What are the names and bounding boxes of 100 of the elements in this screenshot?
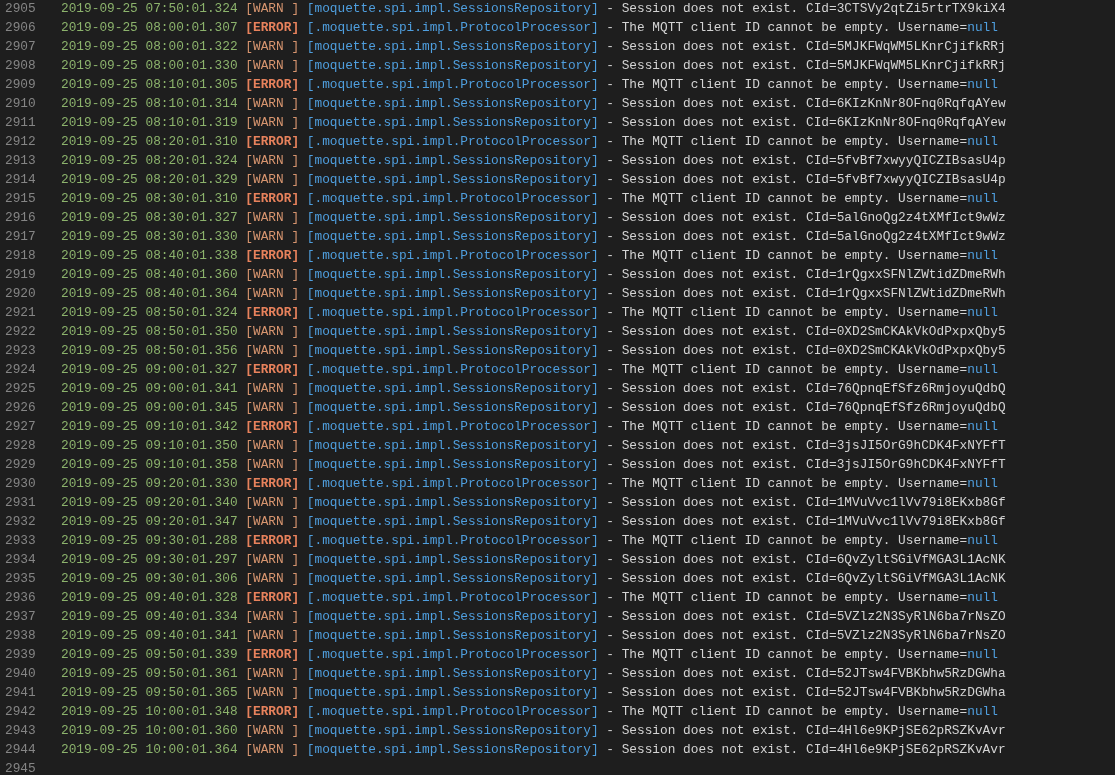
logger-name: [.moquette.spi.impl.ProtocolProcessor] bbox=[306, 191, 599, 206]
timestamp: 2019-09-25 09:20:01.340 bbox=[61, 495, 238, 510]
line-number: 2923 bbox=[5, 343, 36, 358]
timestamp: 2019-09-25 08:20:01.329 bbox=[61, 172, 238, 187]
log-level: [WARN ] bbox=[245, 571, 300, 586]
logger-name: [moquette.spi.impl.SessionsRepository] bbox=[306, 324, 599, 339]
log-message: - Session does not exist. CId=76QpnqEfSfz6RmjoyuQdbQ bbox=[606, 400, 1006, 415]
log-message: - Session does not exist. CId=52JTsw4FVBKbhw5RzDGWha bbox=[606, 666, 1006, 681]
log-level: [WARN ] bbox=[245, 495, 300, 510]
logger-name: [moquette.spi.impl.SessionsRepository] bbox=[306, 609, 599, 624]
logger-name: [moquette.spi.impl.SessionsRepository] bbox=[306, 552, 599, 567]
logger-name: [moquette.spi.impl.SessionsRepository] bbox=[306, 438, 599, 453]
logger-name: [moquette.spi.impl.SessionsRepository] bbox=[306, 267, 599, 282]
timestamp: 2019-09-25 07:50:01.324 bbox=[61, 1, 238, 16]
logger-name: [moquette.spi.impl.SessionsRepository] bbox=[306, 1, 599, 16]
logger-name: [.moquette.spi.impl.ProtocolProcessor] bbox=[306, 533, 599, 548]
logger-name: [moquette.spi.impl.SessionsRepository] bbox=[306, 115, 599, 130]
log-message: - Session does not exist. CId=5fvBf7xwyyQICZIBsasU4p bbox=[606, 153, 1006, 168]
log-level: [WARN ] bbox=[245, 210, 300, 225]
log-message: - Session does not exist. CId=0XD2SmCKAkVkOdPxpxQby5 bbox=[606, 324, 1006, 339]
logger-name: [moquette.spi.impl.SessionsRepository] bbox=[306, 514, 599, 529]
line-number: 2905 bbox=[5, 1, 36, 16]
logger-name: [moquette.spi.impl.SessionsRepository] bbox=[306, 286, 599, 301]
log-message: - Session does not exist. CId=1rQgxxSFNlZWtidZDmeRWh bbox=[606, 267, 1006, 282]
log-level: [WARN ] bbox=[245, 628, 300, 643]
logger-name: [moquette.spi.impl.SessionsRepository] bbox=[306, 400, 599, 415]
log-level: [WARN ] bbox=[245, 267, 300, 282]
log-message: - Session does not exist. CId=6QvZyltSGiVfMGA3L1AcNK bbox=[606, 552, 1006, 567]
log-level: [ERROR] bbox=[245, 590, 300, 605]
log-message: - Session does not exist. CId=5VZlz2N3SyRlN6ba7rNsZO bbox=[606, 628, 1006, 643]
line-number: 2930 bbox=[5, 476, 36, 491]
timestamp: 2019-09-25 09:10:01.358 bbox=[61, 457, 238, 472]
log-level: [WARN ] bbox=[245, 685, 300, 700]
line-number: 2921 bbox=[5, 305, 36, 320]
log-level: [ERROR] bbox=[245, 134, 300, 149]
log-message: - Session does not exist. CId=3jsJI5OrG9hCDK4FxNYFfT bbox=[606, 438, 1006, 453]
log-message: - Session does not exist. CId=3CTSVy2qtZi5rtrTX9kiX4 bbox=[606, 1, 1006, 16]
log-level: [WARN ] bbox=[245, 1, 300, 16]
log-level: [WARN ] bbox=[245, 381, 300, 396]
log-message: - Session does not exist. CId=6KIzKnNr8OFnq0RqfqAYew bbox=[606, 96, 1006, 111]
log-level: [WARN ] bbox=[245, 742, 300, 757]
line-number: 2920 bbox=[5, 286, 36, 301]
log-level: [WARN ] bbox=[245, 58, 300, 73]
line-number: 2940 bbox=[5, 666, 36, 681]
log-level: [WARN ] bbox=[245, 172, 300, 187]
log-message: - Session does not exist. CId=1rQgxxSFNlZWtidZDmeRWh bbox=[606, 286, 1006, 301]
line-number: 2933 bbox=[5, 533, 36, 548]
log-message: - The MQTT client ID cannot be empty. Username=null bbox=[606, 590, 998, 605]
log-message: - The MQTT client ID cannot be empty. Username=null bbox=[606, 533, 998, 548]
log-level: [ERROR] bbox=[245, 647, 300, 662]
log-level: [ERROR] bbox=[245, 77, 300, 92]
log-message: - Session does not exist. CId=5MJKFWqWM5LKnrCjifkRRj bbox=[606, 58, 1006, 73]
log-level: [WARN ] bbox=[245, 115, 300, 130]
log-level: [WARN ] bbox=[245, 286, 300, 301]
log-level: [WARN ] bbox=[245, 457, 300, 472]
logger-name: [.moquette.spi.impl.ProtocolProcessor] bbox=[306, 476, 599, 491]
log-level: [WARN ] bbox=[245, 666, 300, 681]
logger-name: [.moquette.spi.impl.ProtocolProcessor] bbox=[306, 20, 599, 35]
timestamp: 2019-09-25 09:20:01.347 bbox=[61, 514, 238, 529]
timestamp: 2019-09-25 08:30:01.327 bbox=[61, 210, 238, 225]
timestamp: 2019-09-25 09:40:01.334 bbox=[61, 609, 238, 624]
timestamp: 2019-09-25 09:10:01.350 bbox=[61, 438, 238, 453]
line-number: 2943 bbox=[5, 723, 36, 738]
log-level: [WARN ] bbox=[245, 552, 300, 567]
logger-name: [moquette.spi.impl.SessionsRepository] bbox=[306, 381, 599, 396]
line-number: 2922 bbox=[5, 324, 36, 339]
logger-name: [moquette.spi.impl.SessionsRepository] bbox=[306, 172, 599, 187]
log-message: - Session does not exist. CId=52JTsw4FVBKbhw5RzDGWha bbox=[606, 685, 1006, 700]
timestamp: 2019-09-25 08:50:01.324 bbox=[61, 305, 238, 320]
logger-name: [moquette.spi.impl.SessionsRepository] bbox=[306, 457, 599, 472]
log-level: [WARN ] bbox=[245, 723, 300, 738]
timestamp: 2019-09-25 09:50:01.365 bbox=[61, 685, 238, 700]
timestamp: 2019-09-25 08:20:01.310 bbox=[61, 134, 238, 149]
logger-name: [.moquette.spi.impl.ProtocolProcessor] bbox=[306, 134, 599, 149]
log-message: - The MQTT client ID cannot be empty. Username=null bbox=[606, 704, 998, 719]
timestamp: 2019-09-25 08:20:01.324 bbox=[61, 153, 238, 168]
timestamp: 2019-09-25 10:00:01.360 bbox=[61, 723, 238, 738]
line-number: 2928 bbox=[5, 438, 36, 453]
line-number: 2937 bbox=[5, 609, 36, 624]
logger-name: [moquette.spi.impl.SessionsRepository] bbox=[306, 210, 599, 225]
line-number: 2915 bbox=[5, 191, 36, 206]
logger-name: [.moquette.spi.impl.ProtocolProcessor] bbox=[306, 362, 599, 377]
timestamp: 2019-09-25 10:00:01.364 bbox=[61, 742, 238, 757]
line-number: 2919 bbox=[5, 267, 36, 282]
timestamp: 2019-09-25 09:40:01.328 bbox=[61, 590, 238, 605]
line-number: 2936 bbox=[5, 590, 36, 605]
logger-name: [moquette.spi.impl.SessionsRepository] bbox=[306, 666, 599, 681]
timestamp: 2019-09-25 08:10:01.319 bbox=[61, 115, 238, 130]
timestamp: 2019-09-25 08:00:01.330 bbox=[61, 58, 238, 73]
line-number: 2913 bbox=[5, 153, 36, 168]
log-message: - Session does not exist. CId=1MVuVvc1lVv79i8EKxb8Gf bbox=[606, 514, 1006, 529]
logger-name: [moquette.spi.impl.SessionsRepository] bbox=[306, 685, 599, 700]
logger-name: [.moquette.spi.impl.ProtocolProcessor] bbox=[306, 77, 599, 92]
log-level: [ERROR] bbox=[245, 476, 300, 491]
logger-name: [.moquette.spi.impl.ProtocolProcessor] bbox=[306, 704, 599, 719]
logger-name: [moquette.spi.impl.SessionsRepository] bbox=[306, 153, 599, 168]
log-message: - The MQTT client ID cannot be empty. Username=null bbox=[606, 77, 998, 92]
line-number: 2932 bbox=[5, 514, 36, 529]
line-number: 2925 bbox=[5, 381, 36, 396]
log-level: [WARN ] bbox=[245, 153, 300, 168]
